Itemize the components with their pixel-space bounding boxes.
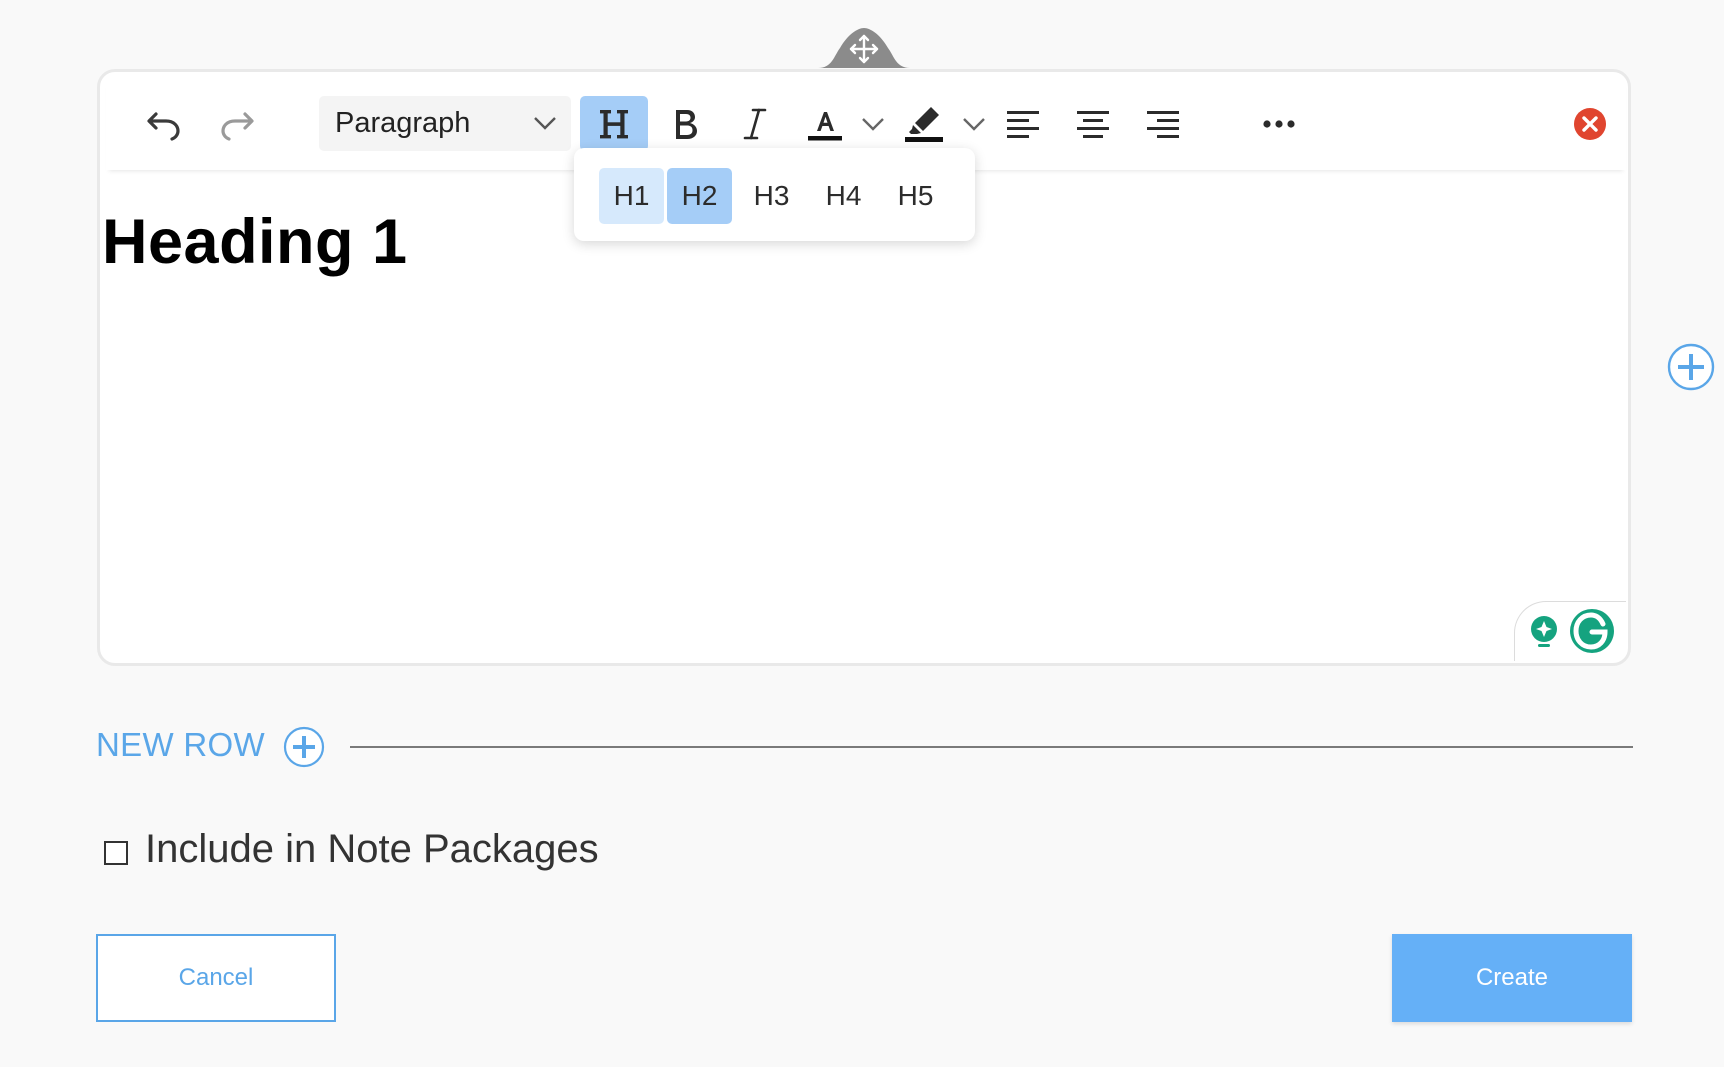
heading-option-h3[interactable]: H3: [739, 168, 804, 224]
heading-level-menu: H1 H2 H3 H4 H5: [574, 148, 975, 241]
new-row-label[interactable]: NEW ROW: [96, 726, 265, 764]
align-right-icon: [1147, 110, 1179, 138]
divider: [350, 746, 1633, 748]
font-color-button[interactable]: [794, 96, 856, 151]
heading-option-h5[interactable]: H5: [883, 168, 948, 224]
editor-heading-text[interactable]: Heading 1: [102, 206, 408, 278]
plus-circle-icon: [283, 726, 325, 768]
align-right-button[interactable]: [1136, 96, 1190, 151]
italic-button[interactable]: [726, 96, 784, 151]
font-color-dropdown[interactable]: [857, 96, 889, 151]
add-row-button[interactable]: [283, 726, 325, 768]
align-center-button[interactable]: [1066, 96, 1120, 151]
heading-option-h2[interactable]: H2: [667, 168, 732, 224]
include-note-packages-label[interactable]: Include in Note Packages: [145, 827, 599, 872]
close-icon: [1574, 108, 1606, 140]
chevron-down-icon: [862, 117, 884, 131]
undo-icon: [147, 112, 180, 141]
grammarly-widget[interactable]: [1514, 601, 1626, 661]
highlight-dropdown[interactable]: [958, 96, 990, 151]
add-column-button[interactable]: [1667, 343, 1715, 391]
grammarly-icon: [1531, 609, 1614, 653]
move-icon[interactable]: [818, 28, 910, 68]
heading-icon: [600, 109, 628, 138]
cancel-button[interactable]: Cancel: [96, 934, 336, 1022]
highlight-icon: [905, 106, 943, 142]
heading-option-h1[interactable]: H1: [599, 168, 664, 224]
redo-icon: [221, 112, 254, 141]
bold-button[interactable]: [656, 96, 714, 151]
create-button[interactable]: Create: [1392, 934, 1632, 1022]
italic-icon: [743, 108, 767, 139]
redo-button[interactable]: [212, 99, 262, 149]
more-button[interactable]: [1252, 96, 1306, 151]
block-format-value: Paragraph: [335, 107, 471, 139]
heading-option-h4[interactable]: H4: [811, 168, 876, 224]
heading-button[interactable]: [580, 96, 648, 151]
chevron-down-icon: [534, 117, 556, 130]
align-center-icon: [1077, 110, 1109, 138]
undo-button[interactable]: [139, 99, 189, 149]
more-icon: [1263, 119, 1295, 128]
highlight-button[interactable]: [893, 96, 955, 151]
include-note-packages-checkbox[interactable]: [104, 841, 128, 865]
align-left-icon: [1007, 110, 1039, 138]
block-format-select[interactable]: Paragraph: [319, 96, 571, 151]
plus-circle-icon: [1667, 343, 1715, 391]
drag-handle[interactable]: [818, 28, 910, 68]
close-button[interactable]: [1565, 99, 1615, 149]
align-left-button[interactable]: [996, 96, 1050, 151]
chevron-down-icon: [963, 117, 985, 131]
font-color-icon: [808, 111, 842, 140]
bold-icon: [676, 109, 697, 139]
